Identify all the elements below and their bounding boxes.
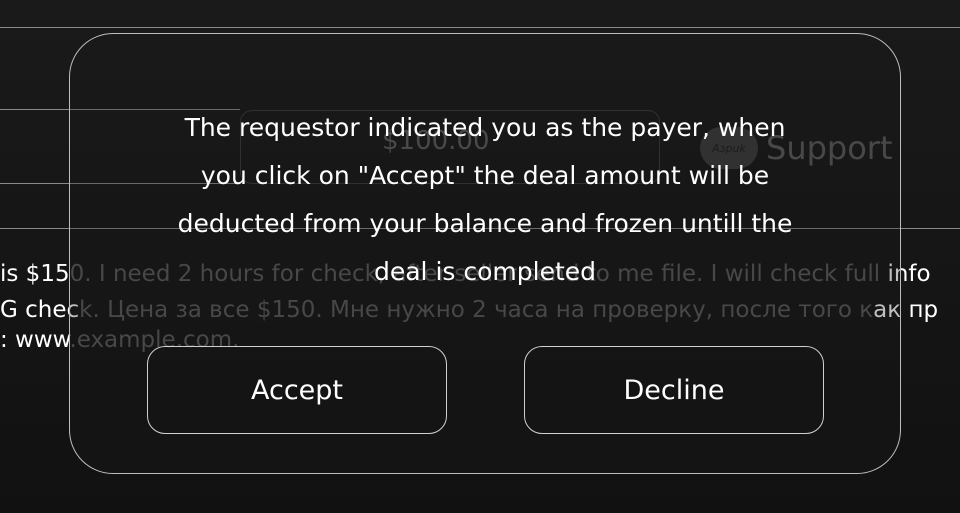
description-text-visible: is $15 — [0, 261, 70, 287]
deal-page: $100.00 Aзpuk Support is $150. I need 2 … — [0, 0, 960, 513]
confirm-payer-modal: The requestor indicated you as the payer… — [69, 33, 901, 474]
description-text-visible: : www — [0, 327, 70, 353]
description-text-visible: G chec — [0, 297, 80, 323]
header-divider — [0, 27, 960, 28]
modal-message: The requestor indicated you as the payer… — [177, 113, 793, 286]
decline-button[interactable]: Decline — [524, 346, 824, 434]
accept-button[interactable]: Accept — [147, 346, 447, 434]
